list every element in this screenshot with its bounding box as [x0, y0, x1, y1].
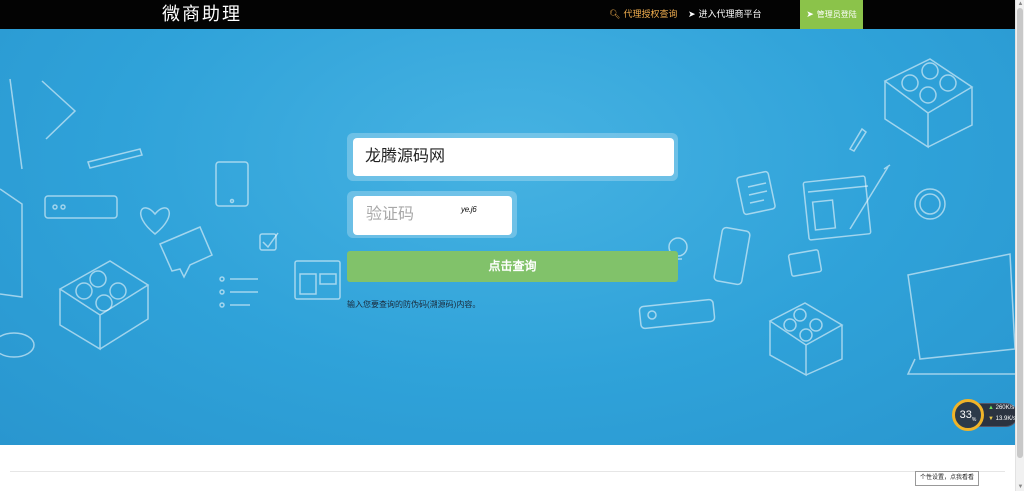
- search-bar-icon: [638, 298, 716, 330]
- github-icon: [914, 188, 946, 220]
- nav-admin-login-label: 管理员登陆: [816, 10, 857, 19]
- tablet-icon: [215, 161, 249, 207]
- download-arrow-icon: ▼: [988, 416, 994, 422]
- network-speed-widget[interactable]: 33% ▲ 260K/s ▼ 13.9K/s: [952, 399, 1020, 431]
- settings-tooltip[interactable]: 个性设置，点我看看: [915, 471, 980, 486]
- brand-logo[interactable]: 微商助理: [162, 4, 242, 26]
- query-hint-text: 输入您要查询的防伪码(溯源码)内容。: [347, 300, 481, 309]
- chevron-right-icon: [41, 80, 77, 140]
- content-divider: [10, 471, 1005, 472]
- upload-speed-value: 260: [995, 405, 1006, 411]
- monitor-icon: [0, 188, 23, 298]
- scroll-down-arrow-icon[interactable]: ▼: [1017, 484, 1024, 490]
- captcha-input[interactable]: 验证码 ye.j6: [353, 196, 512, 235]
- search-icon: 🔍︎: [609, 9, 621, 19]
- document-icon: [736, 170, 776, 216]
- lego-brick-icon: [58, 260, 150, 351]
- list-icon: [219, 276, 258, 308]
- smartphone-icon: [713, 226, 751, 286]
- checkbox-icon: [259, 232, 279, 251]
- query-input[interactable]: 龙腾源码网: [353, 138, 674, 176]
- network-usage-gauge: 33%: [952, 399, 984, 431]
- nav-agent-query-link[interactable]: 🔍︎ 代理授权查询: [609, 0, 677, 29]
- nav-agent-query-label: 代理授权查询: [623, 9, 678, 19]
- mouse-icon: [0, 332, 35, 358]
- chat-bubble-icon: [159, 226, 213, 279]
- top-navbar: 微商助理 🔍︎ 代理授权查询 ➤ 进入代理商平台 ➤ 管理员登陆: [0, 0, 1015, 29]
- nav-admin-login-button[interactable]: ➤ 管理员登陆: [800, 0, 863, 29]
- download-speed-value: 13.9: [995, 416, 1008, 422]
- rocket-icon: ➤: [688, 9, 696, 19]
- input-box-icon: [44, 195, 118, 219]
- rocket-icon: ➤: [806, 9, 814, 19]
- pen-icon: [87, 148, 143, 169]
- lego-brick-icon: [768, 302, 844, 377]
- vertical-scrollbar[interactable]: ▲ ▼: [1015, 0, 1024, 491]
- nav-enter-platform-label: 进入代理商平台: [698, 9, 762, 19]
- upload-speed: ▲ 260K/s: [988, 405, 1014, 411]
- layout-window-icon: [294, 260, 341, 300]
- browser-window-icon: [802, 175, 872, 241]
- lego-brick-icon: [883, 58, 974, 149]
- hero-banner: 龙腾源码网 验证码 ye.j6 点击查询 输入您要查询的防伪码(溯源码)内容。: [0, 29, 1015, 445]
- scroll-up-arrow-icon[interactable]: ▲: [1017, 1, 1024, 7]
- download-speed: ▼ 13.9K/s: [988, 416, 1016, 422]
- query-submit-button[interactable]: 点击查询: [347, 251, 678, 282]
- upload-speed-unit: K/s: [1005, 405, 1015, 411]
- page: 微商助理 🔍︎ 代理授权查询 ➤ 进入代理商平台 ➤ 管理员登陆 龙腾源码网 验…: [0, 0, 1024, 491]
- network-usage-unit: %: [971, 417, 977, 424]
- network-usage-percent: 33: [959, 409, 972, 421]
- laptop-icon: [906, 253, 1015, 375]
- nav-enter-platform-link[interactable]: ➤ 进入代理商平台: [688, 0, 762, 29]
- captcha-image[interactable]: ye.j6: [461, 205, 477, 214]
- scrollbar-thumb[interactable]: [1017, 8, 1023, 458]
- pen-icon: [848, 127, 868, 152]
- captcha-placeholder: 验证码: [366, 206, 415, 223]
- heart-icon: [140, 207, 170, 235]
- pencil-icon: [9, 78, 23, 170]
- upload-arrow-icon: ▲: [988, 405, 994, 411]
- wallet-icon: [787, 249, 823, 277]
